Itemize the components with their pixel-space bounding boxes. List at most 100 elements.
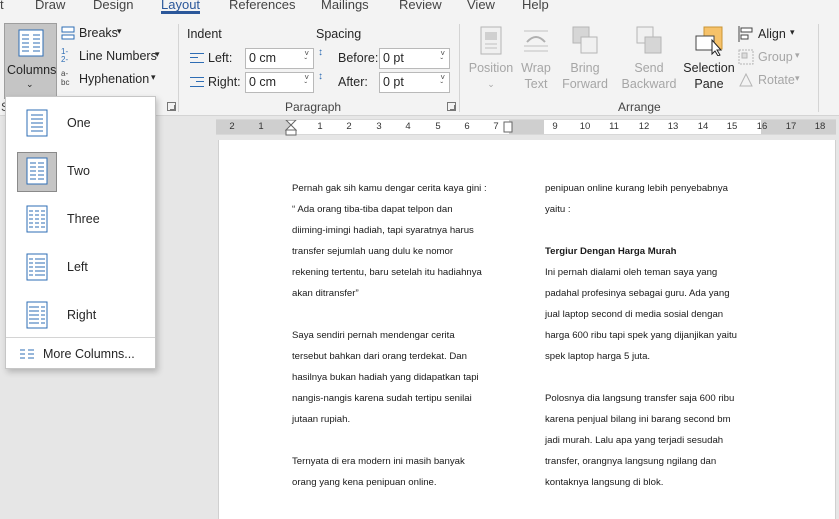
document-line[interactable]: Ini pernah dialami oleh teman saya yang xyxy=(545,262,737,283)
indent-marker-icon[interactable] xyxy=(285,120,297,136)
group-icon xyxy=(738,49,754,65)
spinner-arrows-icon[interactable]: ˅ ˇ xyxy=(440,74,445,90)
send-backward-label-2: Backward xyxy=(621,77,677,91)
spacing-before-field[interactable]: 0 pt ˅ ˇ xyxy=(379,48,450,69)
chevron-down-icon: ⌄ xyxy=(26,79,34,89)
ruler-number: 17 xyxy=(785,121,797,132)
indent-left-icon xyxy=(190,53,204,63)
rotate-icon xyxy=(739,72,753,87)
blank-line[interactable] xyxy=(292,304,487,325)
document-line[interactable]: transfer, orangnya langsung ngilang dan xyxy=(545,451,737,472)
document-line[interactable]: Pernah gak sih kamu dengar cerita kaya g… xyxy=(292,178,487,199)
columns-option-three[interactable]: Three xyxy=(6,196,155,240)
separator xyxy=(818,24,819,112)
tab-references[interactable]: References xyxy=(229,0,295,12)
ruler-number: 1 xyxy=(258,121,264,132)
document-line[interactable]: padahal profesinya sebagai guru. Ada yan… xyxy=(545,283,737,304)
indent-right-field[interactable]: 0 cm ˅ ˇ xyxy=(245,72,314,93)
document-line[interactable]: nangis-nangis karena sudah tertipu senil… xyxy=(292,388,487,409)
spinner-arrows-icon[interactable]: ˅ ˇ xyxy=(304,50,309,66)
ruler-number: 15 xyxy=(726,121,738,132)
bring-forward-label-2: Forward xyxy=(562,77,608,91)
line-numbers-button[interactable]: 1- 2- Line Numbers ▾ xyxy=(61,47,171,67)
document-line[interactable]: “ Ada orang tiba-tiba dapat telpon dan xyxy=(292,199,487,220)
document-line[interactable]: rekening tertentu, baru setelah itu hadi… xyxy=(292,262,487,283)
columns-option-label: Two xyxy=(67,164,90,178)
page-setup-launcher-icon[interactable] xyxy=(167,102,176,111)
document-line[interactable]: diiming-imingi hadiah, tapi syaratnya ha… xyxy=(292,220,487,241)
document-line[interactable]: transfer sejumlah uang dulu ke nomor xyxy=(292,241,487,262)
document-line[interactable]: spek laptop harga 5 juta. xyxy=(545,346,737,367)
document-line[interactable]: akan ditransfer” xyxy=(292,283,487,304)
document-column-2[interactable]: penipuan online kurang lebih penyebabnya… xyxy=(545,178,737,493)
position-label: Position xyxy=(468,61,514,75)
blank-line[interactable] xyxy=(545,220,737,241)
document-line[interactable]: jual laptop second di media sosial denga… xyxy=(545,304,737,325)
document-line[interactable]: jadi murah. Lalu apa yang terjadi sesuda… xyxy=(545,430,737,451)
tab-fragment[interactable]: t xyxy=(0,0,4,12)
indent-left-field[interactable]: 0 cm ˅ ˇ xyxy=(245,48,314,69)
bring-forward-button[interactable]: Bring Forward xyxy=(556,26,614,92)
document-line[interactable]: Polosnya dia langsung transfer saja 600 … xyxy=(545,388,737,409)
spinner-arrows-icon[interactable]: ˅ ˇ xyxy=(304,74,309,90)
ruler-number: 2 xyxy=(229,121,235,132)
document-line[interactable]: Ternyata di era modern ini masih banyak xyxy=(292,451,487,472)
align-button[interactable]: Align ▾ xyxy=(738,25,813,45)
breaks-button[interactable]: Breaks ▾ xyxy=(61,24,161,44)
separator xyxy=(459,24,460,112)
blank-line[interactable] xyxy=(545,367,737,388)
group-label: Group xyxy=(758,50,793,64)
line-numbers-label: Line Numbers xyxy=(79,49,157,63)
document-line[interactable]: harga 600 ribu tapi spek yang dijanjikan… xyxy=(545,325,737,346)
document-line[interactable]: Saya sendiri pernah mendengar cerita xyxy=(292,325,487,346)
tab-help[interactable]: Help xyxy=(522,0,549,12)
more-columns-item[interactable]: More Columns... xyxy=(6,343,155,365)
document-line[interactable]: karena penjual bilang ini barang second … xyxy=(545,409,737,430)
spacing-after-icon: ↕ xyxy=(318,71,323,82)
column-marker-icon[interactable] xyxy=(503,120,513,134)
columns-option-one[interactable]: One xyxy=(6,100,155,144)
document-line[interactable]: hasilnya bukan hadiah yang didapatkan ta… xyxy=(292,367,487,388)
group-button[interactable]: Group ▾ xyxy=(738,48,813,68)
left-column-icon xyxy=(26,253,48,281)
hyphenation-button[interactable]: a-bc Hyphenation ▾ xyxy=(61,69,171,90)
document-line[interactable]: yaitu : xyxy=(545,199,737,220)
document-line[interactable]: Tergiur Dengan Harga Murah xyxy=(545,241,737,262)
send-backward-button[interactable]: Send Backward xyxy=(614,26,684,92)
document-line[interactable]: kontaknya langsung di blok. xyxy=(545,472,737,493)
columns-option-two[interactable]: Two xyxy=(6,148,155,192)
ribbon-tab-bar: t Draw Design Layout References Mailings… xyxy=(0,0,839,14)
spinner-arrows-icon[interactable]: ˅ ˇ xyxy=(440,50,445,66)
tab-design[interactable]: Design xyxy=(93,0,133,12)
selection-pane-button[interactable]: Selection Pane xyxy=(683,26,735,92)
spacing-after-field[interactable]: 0 pt ˅ ˇ xyxy=(379,72,450,93)
document-column-1[interactable]: Pernah gak sih kamu dengar cerita kaya g… xyxy=(292,178,487,493)
document-line[interactable]: jutaan rupiah. xyxy=(292,409,487,430)
align-icon xyxy=(738,26,753,42)
tab-view[interactable]: View xyxy=(467,0,495,12)
ruler-number: 18 xyxy=(814,121,826,132)
tab-review[interactable]: Review xyxy=(399,0,442,12)
arrange-group-label: Arrange xyxy=(618,100,661,114)
chevron-down-icon: ▾ xyxy=(151,72,156,82)
spacing-before-icon: ↕ xyxy=(318,47,323,58)
ruler-column-gap xyxy=(509,120,544,134)
ruler-number: 5 xyxy=(435,121,441,132)
columns-option-left[interactable]: Left xyxy=(6,244,155,288)
columns-option-right[interactable]: Right xyxy=(6,292,155,336)
ruler-number: 6 xyxy=(464,121,470,132)
wrap-text-button[interactable]: Wrap Text xyxy=(516,26,556,92)
horizontal-ruler[interactable]: 2 1 1 2 3 4 5 6 7 9 10 11 12 13 14 15 16… xyxy=(216,119,836,136)
columns-button[interactable]: Columns ⌄ xyxy=(4,23,57,99)
rotate-button[interactable]: Rotate ▾ xyxy=(738,71,813,91)
tab-draw[interactable]: Draw xyxy=(35,0,65,12)
document-line[interactable]: orang yang kena penipuan online. xyxy=(292,472,487,493)
document-line[interactable]: tersebut bahkan dari orang terdekat. Dan xyxy=(292,346,487,367)
position-button[interactable]: Position ⌄ xyxy=(466,26,516,92)
document-line[interactable]: penipuan online kurang lebih penyebabnya xyxy=(545,178,737,199)
tab-layout[interactable]: Layout xyxy=(161,0,201,14)
ruler-number: 10 xyxy=(579,121,591,132)
blank-line[interactable] xyxy=(292,430,487,451)
tab-mailings[interactable]: Mailings xyxy=(321,0,369,12)
paragraph-launcher-icon[interactable] xyxy=(447,102,456,111)
